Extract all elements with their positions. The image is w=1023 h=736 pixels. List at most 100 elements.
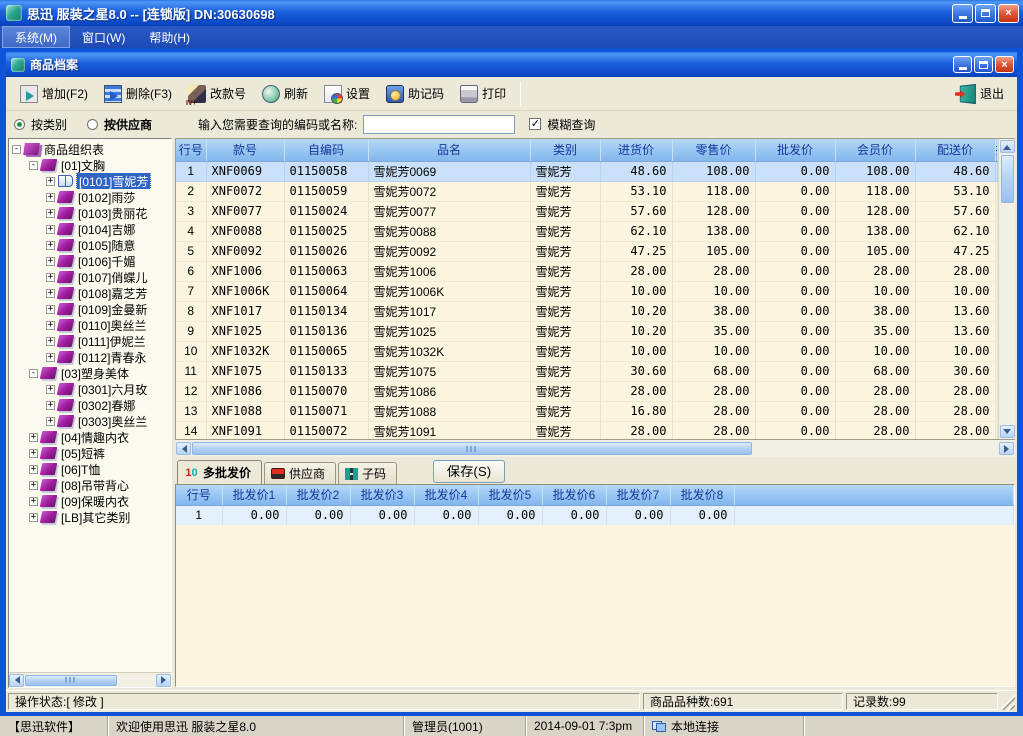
table-row[interactable]: 6XNF100601150063雪妮芳1006雪妮芳28.0028.000.00… (176, 261, 998, 281)
tree-item-[01]文胸[interactable]: -[01]文胸 (9, 157, 171, 173)
minimize-button[interactable] (952, 4, 973, 23)
save-button[interactable]: 保存(S) (433, 460, 505, 483)
tree-item-[0302]春娜[interactable]: +[0302]春娜 (9, 397, 171, 413)
column-header-批发价[interactable]: 批发价 (755, 139, 835, 161)
tree-item-[0110]奥丝兰[interactable]: +[0110]奥丝兰 (9, 317, 171, 333)
expand-plus-icon[interactable]: + (46, 177, 55, 186)
table-row[interactable]: 13XNF108801150071雪妮芳1088雪妮芳16.8028.000.0… (176, 401, 998, 421)
scroll-left-icon[interactable] (176, 442, 191, 455)
expand-plus-icon[interactable]: + (46, 225, 55, 234)
expand-plus-icon[interactable]: + (29, 481, 38, 490)
tree-item-[0108]嘉芝芳[interactable]: +[0108]嘉芝芳 (9, 285, 171, 301)
vscroll-thumb[interactable] (1001, 155, 1014, 203)
by-supplier-radio[interactable] (87, 119, 98, 130)
expand-plus-icon[interactable]: + (29, 513, 38, 522)
tree-item-[0103]贵丽花[interactable]: +[0103]贵丽花 (9, 205, 171, 221)
table-hscrollbar[interactable] (175, 440, 1015, 457)
column-header-配送价[interactable]: 配送价 (915, 139, 995, 161)
column-header-品名[interactable]: 品名 (368, 139, 530, 161)
expand-plus-icon[interactable]: + (46, 257, 55, 266)
column-header-批发价8[interactable]: 批发价8 (670, 485, 734, 505)
tree-hscrollbar[interactable] (9, 672, 171, 687)
tree-item-[0101]雪妮芳[interactable]: +[0101]雪妮芳 (9, 173, 171, 189)
tree-item-[0303]奥丝兰[interactable]: +[0303]奥丝兰 (9, 413, 171, 429)
fuzzy-checkbox[interactable]: ✓ (529, 118, 541, 130)
tab-多批发价[interactable]: 多批发价 (177, 460, 262, 484)
tree-item-[03]塑身美体[interactable]: -[03]塑身美体 (9, 365, 171, 381)
expand-plus-icon[interactable]: + (29, 449, 38, 458)
expand-minus-icon[interactable]: - (29, 369, 38, 378)
toolbar-button-增加(F2)[interactable]: 增加(F2) (12, 81, 96, 107)
expand-plus-icon[interactable]: + (46, 209, 55, 218)
toolbar-button-删除(F3)[interactable]: 删除(F3) (96, 81, 180, 107)
table-row[interactable]: 5XNF009201150026雪妮芳0092雪妮芳47.25105.000.0… (176, 241, 998, 261)
column-header-进货价[interactable]: 进货价 (600, 139, 672, 161)
column-header-批发价7[interactable]: 批发价7 (606, 485, 670, 505)
column-header-批发价3[interactable]: 批发价3 (350, 485, 414, 505)
expand-plus-icon[interactable]: + (46, 273, 55, 282)
tree-item-[05]短裤[interactable]: +[05]短裤 (9, 445, 171, 461)
expand-plus-icon[interactable]: + (29, 465, 38, 474)
table-row[interactable]: 14XNF109101150072雪妮芳1091雪妮芳28.0028.000.0… (176, 421, 998, 439)
table-row[interactable]: 4XNF008801150025雪妮芳0088雪妮芳62.10138.000.0… (176, 221, 998, 241)
restore-button[interactable] (975, 4, 996, 23)
tree-item-[0301]六月玫[interactable]: +[0301]六月玫 (9, 381, 171, 397)
column-header-行号[interactable]: 行号 (176, 485, 222, 505)
expand-plus-icon[interactable]: + (46, 241, 55, 250)
scroll-right-icon[interactable] (999, 442, 1014, 455)
tree-item-[0105]随意[interactable]: +[0105]随意 (9, 237, 171, 253)
close-button[interactable]: × (998, 4, 1019, 23)
table-row[interactable]: 10XNF1032K01150065雪妮芳1032K雪妮芳10.0010.000… (176, 341, 998, 361)
tab-供应商[interactable]: 供应商 (264, 462, 336, 484)
tab-子码[interactable]: 子码 (338, 462, 397, 484)
tree-scroll-right-icon[interactable] (156, 674, 171, 687)
inner-minimize-button[interactable] (953, 56, 972, 73)
tree-item-[LB]其它类别[interactable]: +[LB]其它类别 (9, 509, 171, 525)
column-header-批发价2[interactable]: 批发价2 (286, 485, 350, 505)
column-header-款号[interactable]: 款号 (206, 139, 284, 161)
column-header-批发价1[interactable]: 批发价1 (222, 485, 286, 505)
by-category-radio[interactable] (14, 119, 25, 130)
resize-grip[interactable] (1001, 693, 1015, 710)
tree-item-[06]T恤[interactable]: +[06]T恤 (9, 461, 171, 477)
scroll-up-icon[interactable] (1000, 140, 1015, 153)
column-header-类别[interactable]: 类别 (530, 139, 600, 161)
expand-plus-icon[interactable]: + (46, 305, 55, 314)
table-row[interactable]: 11XNF107501150133雪妮芳1075雪妮芳30.6068.000.0… (176, 361, 998, 381)
tree-item-[09]保暖内衣[interactable]: +[09]保暖内衣 (9, 493, 171, 509)
tree-item-[0107]俏蝶儿[interactable]: +[0107]俏蝶儿 (9, 269, 171, 285)
table-row[interactable]: 1XNF006901150058雪妮芳0069雪妮芳48.60108.000.0… (176, 161, 998, 181)
menu-item-2[interactable]: 帮助(H) (137, 26, 202, 48)
tree-scroll-left-icon[interactable] (9, 674, 24, 687)
exit-button[interactable]: 退出 (951, 82, 1011, 106)
table-row[interactable]: 12XNF108601150070雪妮芳1086雪妮芳28.0028.000.0… (176, 381, 998, 401)
table-row[interactable]: 9XNF102501150136雪妮芳1025雪妮芳10.2035.000.00… (176, 321, 998, 341)
toolbar-button-打印[interactable]: 打印 (452, 81, 514, 107)
tree-item-[0109]金曼新[interactable]: +[0109]金曼新 (9, 301, 171, 317)
toolbar-button-设置[interactable]: 设置 (316, 81, 378, 107)
expand-plus-icon[interactable]: + (46, 353, 55, 362)
inner-close-button[interactable]: × (995, 56, 1014, 73)
column-header-行号[interactable]: 行号 (176, 139, 206, 161)
column-header-批发价6[interactable]: 批发价6 (542, 485, 606, 505)
tree-item-[0104]吉娜[interactable]: +[0104]吉娜 (9, 221, 171, 237)
tree-item-[0106]千媚[interactable]: +[0106]千媚 (9, 253, 171, 269)
expand-minus-icon[interactable]: - (29, 161, 38, 170)
expand-plus-icon[interactable]: + (46, 193, 55, 202)
expand-plus-icon[interactable]: + (46, 417, 55, 426)
table-row[interactable]: 3XNF007701150024雪妮芳0077雪妮芳57.60128.000.0… (176, 201, 998, 221)
expand-plus-icon[interactable]: + (46, 385, 55, 394)
table-row[interactable]: 7XNF1006K01150064雪妮芳1006K雪妮芳10.0010.000.… (176, 281, 998, 301)
inner-restore-button[interactable] (974, 56, 993, 73)
tree-item-[0102]雨莎[interactable]: +[0102]雨莎 (9, 189, 171, 205)
table-vscrollbar[interactable] (998, 139, 1015, 439)
column-header-零售价[interactable]: 零售价 (672, 139, 755, 161)
tree-item-[04]情趣内衣[interactable]: +[04]情趣内衣 (9, 429, 171, 445)
expand-minus-icon[interactable]: - (12, 145, 21, 154)
toolbar-button-改款号[interactable]: 改款号 (180, 81, 254, 107)
tree-item-[0111]伊妮兰[interactable]: +[0111]伊妮兰 (9, 333, 171, 349)
toolbar-button-刷新[interactable]: 刷新 (254, 81, 316, 107)
column-header-自编码[interactable]: 自编码 (284, 139, 368, 161)
expand-plus-icon[interactable]: + (29, 433, 38, 442)
tree-item-[0112]青春永[interactable]: +[0112]青春永 (9, 349, 171, 365)
